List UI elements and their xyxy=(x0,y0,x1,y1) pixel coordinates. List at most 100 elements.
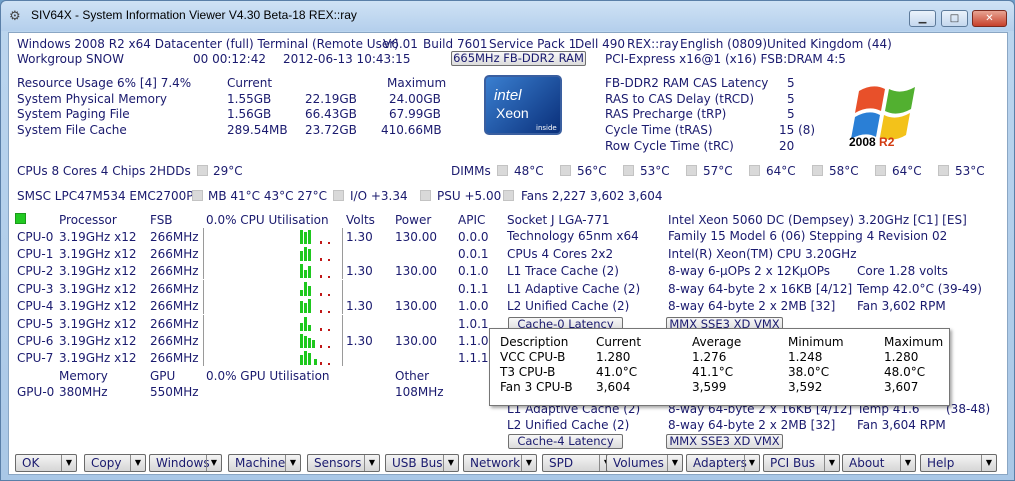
res-label: System Paging File xyxy=(17,107,130,121)
cpu-volts: 1.30 xyxy=(346,334,373,348)
dropdown-arrow-icon[interactable]: ▼ xyxy=(364,455,379,471)
button-sensors[interactable]: Sensors ▼ xyxy=(307,454,380,472)
l2-unified-cache: L2 Unified Cache (2) xyxy=(507,299,630,313)
kernel-bar xyxy=(320,258,322,261)
utilisation-bar xyxy=(314,359,317,365)
dropdown-arrow-icon[interactable]: ▼ xyxy=(61,455,76,471)
cpu-power: 130.00 xyxy=(395,230,437,244)
cpu-flags-button[interactable]: MMX SSE3 XD VMX xyxy=(666,434,783,449)
utilisation-bar xyxy=(300,334,303,348)
button-volumes[interactable]: Volumes ▼ xyxy=(606,454,683,472)
utilisation-bar xyxy=(304,351,307,365)
tooltip-cell: 3,607 xyxy=(884,380,919,394)
dimm-indicator xyxy=(560,165,571,176)
dimm-indicator xyxy=(749,165,760,176)
button-copy[interactable]: Copy ▼ xyxy=(84,454,146,472)
button-help[interactable]: Help ▼ xyxy=(920,454,997,472)
cpu-utilisation-graph xyxy=(203,262,343,279)
cpu-status-indicator xyxy=(15,213,26,224)
dropdown-arrow-icon[interactable]: ▼ xyxy=(285,455,300,471)
unified-cache-detail: 8-way 64-byte 2 x 2MB [32] xyxy=(668,418,836,432)
col-maximum: Maximum xyxy=(387,76,447,90)
cpu-apic: 1.0.1 xyxy=(458,317,489,331)
minimize-button[interactable]: ▁ xyxy=(909,10,936,27)
sensor-tooltip: Description Current Average Minimum Maximum V… xyxy=(489,328,950,406)
tooltip-header: Description xyxy=(500,335,569,349)
close-button[interactable]: ✕ xyxy=(972,10,1007,27)
header-fsb: FSB xyxy=(150,213,173,227)
cpu-apic: 0.1.0 xyxy=(458,264,489,278)
xeon-logo-text: Xeon xyxy=(496,105,529,121)
dropdown-arrow-icon[interactable]: ▼ xyxy=(206,455,221,471)
button-adapters[interactable]: Adapters ▼ xyxy=(686,454,760,472)
cpu-count: CPUs 4 Cores 2x2 xyxy=(507,247,614,261)
dropdown-arrow-icon[interactable]: ▼ xyxy=(130,455,145,471)
res-current: 1.56GB xyxy=(227,107,272,121)
cpu-fsb: 266MHz xyxy=(150,264,199,278)
tooltip-cell: 1.276 xyxy=(692,350,727,364)
utilisation-bar xyxy=(304,303,307,313)
cpu-utilisation-graph xyxy=(203,245,343,262)
cpu-utilisation-graph xyxy=(203,349,343,366)
cpu-apic: 1.1.1 xyxy=(458,351,489,365)
cpu-clock: 3.19GHz x12 xyxy=(59,351,137,365)
button-network[interactable]: Network ▼ xyxy=(463,454,537,472)
utilisation-bar xyxy=(304,247,307,261)
dropdown-arrow-icon[interactable]: ▼ xyxy=(443,455,458,471)
res-max: 67.99GB xyxy=(389,107,441,121)
ram-timing-value: 20 xyxy=(779,139,795,153)
dimm-indicator xyxy=(686,165,697,176)
dimm-indicator xyxy=(875,165,886,176)
sensor-chip: SMSC LPC47M534 EMC2700P xyxy=(17,189,194,203)
cpu-name: CPU-5 xyxy=(17,317,54,331)
utilisation-bar xyxy=(300,264,303,278)
cpu-fsb: 266MHz xyxy=(150,299,199,313)
cpu-utilisation-graph xyxy=(203,228,343,245)
utilisation-bar xyxy=(300,251,303,261)
button-usb-bus[interactable]: USB Bus ▼ xyxy=(385,454,459,472)
button-about[interactable]: About ▼ xyxy=(842,454,916,472)
button-ok[interactable]: OK ▼ xyxy=(15,454,77,472)
utilisation-bar xyxy=(312,340,315,348)
cpu-fsb: 266MHz xyxy=(150,282,199,296)
ram-timing-value: 5 xyxy=(787,92,795,106)
dropdown-arrow-icon[interactable]: ▼ xyxy=(981,455,996,471)
header-power: Power xyxy=(395,213,432,227)
button-machine[interactable]: Machine ▼ xyxy=(228,454,301,472)
dropdown-arrow-icon[interactable]: ▼ xyxy=(521,455,536,471)
title-bar[interactable]: ⚙ SIV64X - System Information Viewer V4.… xyxy=(1,1,1014,31)
cpu-utilisation-graph xyxy=(203,297,343,314)
button-label: About xyxy=(849,456,885,470)
dimm-temp: 57°C xyxy=(703,164,733,178)
res-current: 1.55GB xyxy=(227,92,272,106)
build: Build 7601 xyxy=(423,37,488,51)
tooltip-cell: 3,592 xyxy=(788,380,823,394)
cpu-apic: 0.0.0 xyxy=(458,230,489,244)
button-spd[interactable]: SPD▼ xyxy=(542,454,615,472)
dropdown-arrow-icon[interactable]: ▼ xyxy=(900,455,915,471)
ram-timing-label: Cycle Time (tRAS) xyxy=(605,123,713,137)
cpu-fan: Fan 3,604 RPM xyxy=(857,418,946,432)
dimm-indicator xyxy=(938,165,949,176)
button-pci-bus[interactable]: PCI Bus ▼ xyxy=(763,454,840,472)
core-voltage: Core 1.28 volts xyxy=(857,264,948,278)
tooltip-cell: 1.248 xyxy=(788,350,823,364)
tooltip-header: Maximum xyxy=(884,335,944,349)
kernel-bar xyxy=(328,346,330,348)
res-mid: 23.72GB xyxy=(305,123,357,137)
dropdown-arrow-icon[interactable]: ▼ xyxy=(744,455,759,471)
memory-type-button[interactable]: 665MHz FB-DDR2 RAM xyxy=(451,51,586,66)
kernel-bar xyxy=(328,242,330,244)
cpu-volts: 1.30 xyxy=(346,264,373,278)
button-windows[interactable]: Windows ▼ xyxy=(149,454,222,472)
dropdown-arrow-icon[interactable]: ▼ xyxy=(824,455,839,471)
cache4-latency-button[interactable]: Cache-4 Latency xyxy=(508,434,623,449)
cpu-brand: Intel(R) Xeon(TM) CPU 3.20GHz xyxy=(668,247,857,261)
dropdown-arrow-icon[interactable]: ▼ xyxy=(667,455,682,471)
cpu-apic: 0.0.1 xyxy=(458,247,489,261)
maximize-button[interactable]: □ xyxy=(941,10,968,27)
kernel-bar xyxy=(328,311,330,313)
tooltip-cell: 3,599 xyxy=(692,380,727,394)
button-label: OK xyxy=(22,456,40,470)
cpu-fan: Fan 3,602 RPM xyxy=(857,299,946,313)
